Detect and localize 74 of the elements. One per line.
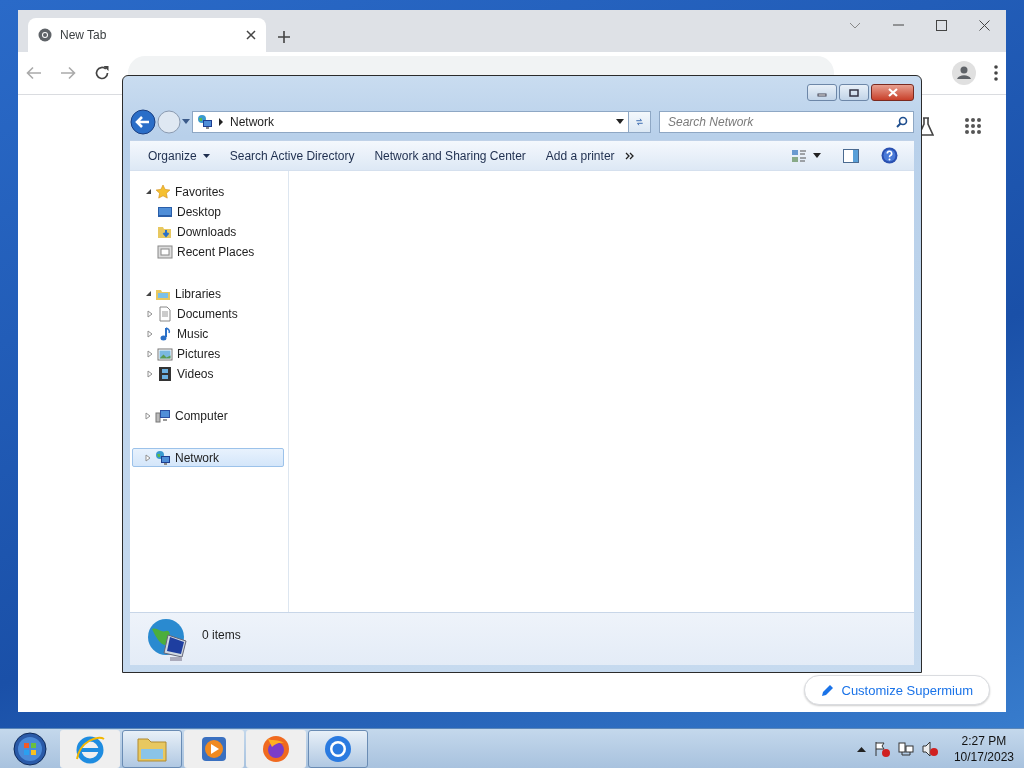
computer-icon (155, 407, 171, 424)
taskbar-button[interactable] (60, 729, 120, 768)
expand-arrow-icon[interactable] (145, 453, 151, 462)
start-orb-icon[interactable] (13, 731, 47, 766)
nav-item[interactable]: Network (132, 448, 284, 467)
expand-arrow-icon[interactable] (145, 411, 151, 420)
pencil-icon (820, 683, 834, 697)
breadcrumb-arrow-icon (219, 117, 224, 126)
back-button-icon[interactable] (130, 108, 156, 135)
restore-button[interactable] (839, 84, 869, 101)
minimize-button[interactable] (807, 84, 837, 101)
item-count: 0 items (202, 628, 241, 642)
browser-tab[interactable]: New Tab (28, 18, 266, 52)
new-tab-icon[interactable] (278, 31, 290, 43)
search-field[interactable]: Search Network (659, 110, 914, 133)
nav-item[interactable]: Libraries (132, 284, 284, 303)
film-icon (157, 365, 173, 382)
caret-icon[interactable] (813, 153, 821, 158)
nav-item[interactable]: Recent Places (132, 242, 284, 261)
maximize-icon[interactable] (936, 19, 947, 31)
collapse-arrow-icon[interactable] (144, 290, 152, 297)
close-button[interactable] (871, 84, 914, 101)
network-status-icon[interactable] (897, 740, 914, 757)
restore-icon (849, 88, 859, 97)
search-icon (896, 115, 908, 128)
toolbar-button[interactable]: Add a printer (535, 144, 625, 167)
nav-item[interactable]: Computer (132, 406, 284, 425)
clock-date: 10/17/2023 (953, 748, 1014, 765)
close-icon (887, 88, 898, 97)
flag-alert-icon[interactable] (873, 740, 890, 757)
expand-arrow-icon[interactable] (147, 329, 153, 338)
nav-item[interactable]: Music (132, 324, 284, 343)
nav-item[interactable]: Favorites (132, 182, 284, 201)
clock-time: 2:27 PM (961, 732, 1007, 749)
network-icon (197, 113, 213, 130)
network-icon (155, 449, 171, 466)
dropdown-arrow-icon[interactable] (616, 119, 624, 124)
taskbar-button[interactable] (246, 729, 306, 768)
tray-up-arrow-icon[interactable] (856, 745, 866, 752)
help-icon[interactable] (881, 147, 898, 164)
reload-icon[interactable] (94, 65, 110, 81)
expand-arrow-icon[interactable] (147, 349, 153, 358)
volume-muted-icon[interactable] (921, 740, 938, 757)
expand-arrow-icon[interactable] (147, 369, 153, 378)
more-chevron-icon[interactable] (624, 151, 635, 160)
preview-pane-icon[interactable] (843, 148, 859, 163)
organize-menu[interactable]: Organize (138, 144, 220, 167)
toolbar-button[interactable]: Search Active Directory (219, 144, 365, 167)
view-options-icon[interactable] (791, 148, 807, 163)
collapse-arrow-icon[interactable] (144, 188, 152, 195)
nav-item[interactable]: Desktop (132, 202, 284, 221)
toolbar-button[interactable]: Network and Sharing Center (364, 144, 536, 167)
nav-item[interactable]: Videos (132, 364, 284, 383)
caret-icon (202, 153, 210, 158)
document-icon (157, 305, 173, 322)
apps-grid-icon[interactable] (964, 117, 982, 135)
customize-button[interactable]: Customize Supermium (803, 675, 990, 705)
nav-item[interactable]: Downloads (132, 222, 284, 241)
chevron-down-icon[interactable] (849, 21, 861, 29)
taskbar-button[interactable] (122, 729, 182, 768)
refresh-button[interactable] (629, 110, 651, 133)
picture-icon (157, 345, 173, 362)
expand-arrow-icon[interactable] (147, 309, 153, 318)
menu-icon[interactable] (994, 65, 998, 81)
close-icon[interactable] (246, 30, 256, 40)
taskbar-button[interactable] (308, 729, 368, 768)
profile-avatar-icon[interactable] (952, 61, 976, 85)
nav-item[interactable]: Documents (132, 304, 284, 323)
taskbar-button[interactable] (184, 729, 244, 768)
close-icon[interactable] (979, 19, 990, 31)
address-bar[interactable]: Network (192, 110, 629, 133)
nav-item[interactable]: Pictures (132, 344, 284, 363)
browser-logo-icon (38, 28, 52, 42)
star-icon (155, 183, 171, 200)
